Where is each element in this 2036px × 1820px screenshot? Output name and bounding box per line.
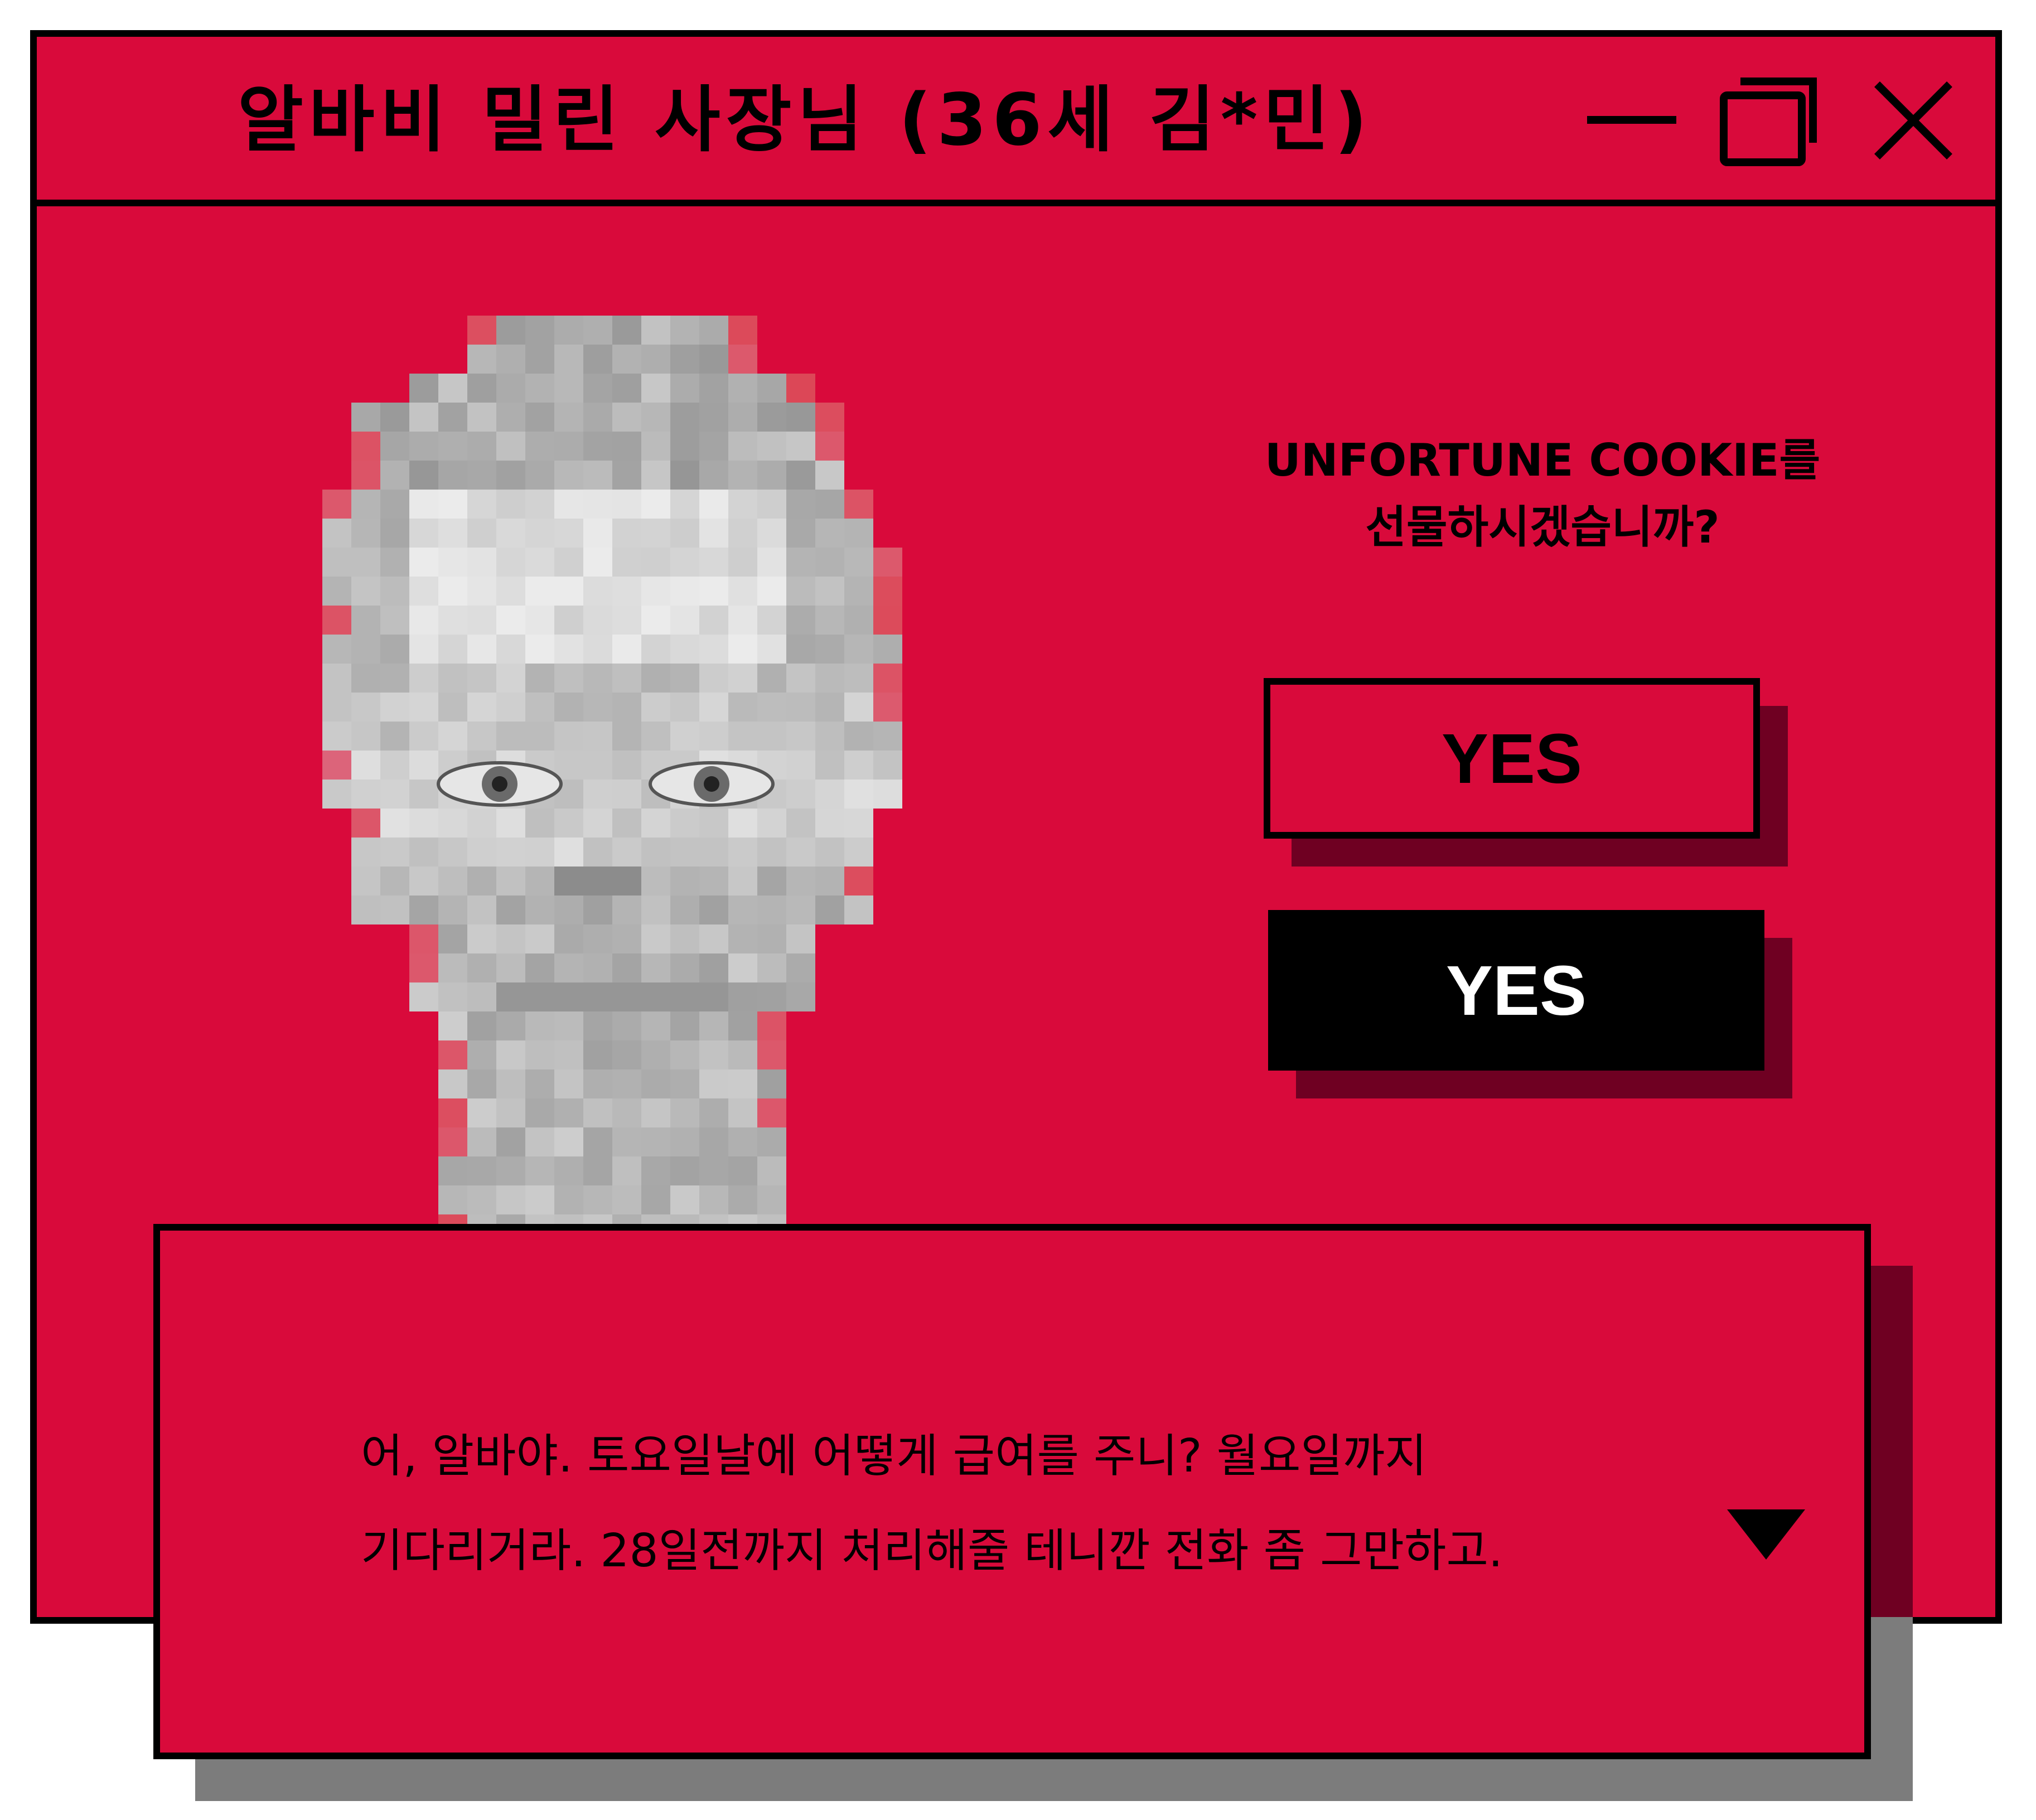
dialog-text: 어, 알바야. 토요일날에 어떻게 급여를 주니? 월요일까지 기다리거라. 2… — [361, 1409, 1811, 1599]
yes-solid-button[interactable]: YES — [1268, 910, 1764, 1071]
dialog-line-2: 기다리거라. 28일전까지 처리해줄 테니깐 전화 좀 그만하고. — [361, 1524, 1503, 1577]
yes-outline-button-group: YES — [1264, 678, 1788, 867]
close-button[interactable] — [1860, 70, 1966, 171]
triangle-down-icon — [1727, 1509, 1805, 1560]
question-line-1: UNFORTUNE COOKIE를 — [1264, 434, 1821, 486]
title-bar[interactable]: 알바비 밀린 사장님 (36세 김*민) — [37, 37, 1995, 206]
face-pixels — [322, 316, 902, 1264]
yes-outline-button[interactable]: YES — [1264, 678, 1760, 839]
question-line-2: 선물하시겠습니까? — [1365, 501, 1720, 553]
minimize-button[interactable] — [1576, 70, 1682, 171]
maximize-button[interactable] — [1715, 70, 1821, 171]
dialog-box-shadow-accent — [1871, 1266, 1913, 1617]
minimize-icon — [1587, 116, 1676, 124]
dialog-line-1: 어, 알바야. 토요일날에 어떻게 급여를 주니? 월요일까지 — [361, 1430, 1427, 1483]
window-title: 알바비 밀린 사장님 (36세 김*민) — [238, 79, 1373, 162]
yes-solid-button-group: YES — [1268, 910, 1792, 1098]
maximize-icon — [1720, 78, 1817, 166]
next-arrow-button[interactable] — [1727, 1509, 1805, 1565]
dialog-box[interactable]: 어, 알바야. 토요일날에 어떻게 급여를 주니? 월요일까지 기다리거라. 2… — [153, 1224, 1871, 1759]
close-icon — [1874, 81, 1952, 159]
pixelated-face-image — [293, 316, 1018, 1264]
gift-question: UNFORTUNE COOKIE를 선물하시겠습니까? — [1208, 427, 1877, 561]
